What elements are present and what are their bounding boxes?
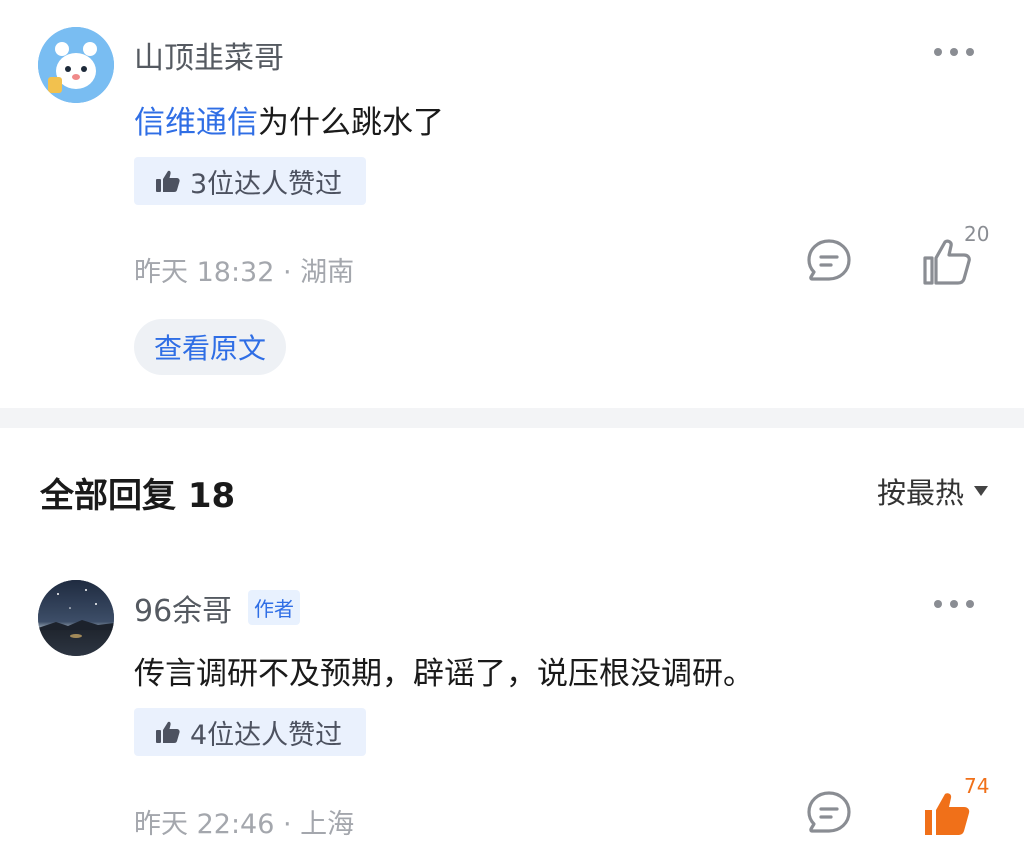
expert-likes-text: 3位达人赞过 xyxy=(190,168,343,200)
like-button[interactable]: 74 xyxy=(922,774,992,835)
view-original-button[interactable]: 查看原文 xyxy=(134,319,286,375)
thumbs-up-small-icon xyxy=(156,721,180,743)
thumbs-up-small-icon xyxy=(156,170,180,192)
more-options-icon[interactable] xyxy=(934,46,974,58)
username[interactable]: 96余哥 xyxy=(134,586,232,630)
author-badge: 作者 xyxy=(248,590,300,625)
comment-detail-page: 山顶韭菜哥 信维通信为什么跳水了 3位达人赞过 昨天 18:32 · 湖南 20… xyxy=(0,0,1024,866)
sort-dropdown[interactable]: 按最热 xyxy=(877,470,988,512)
reply-item: 96余哥 作者 传言调研不及预期，辟谣了，说压根没调研。 4位达人赞过 昨天 2… xyxy=(0,560,1024,866)
replies-header: 全部回复 18 按最热 xyxy=(0,428,1024,548)
more-options-icon[interactable] xyxy=(934,598,974,610)
expert-likes-badge[interactable]: 3位达人赞过 xyxy=(134,157,366,205)
reply-meta: 昨天 22:46 · 上海 xyxy=(134,809,355,840)
caret-down-icon xyxy=(974,486,988,496)
top-comment: 山顶韭菜哥 信维通信为什么跳水了 3位达人赞过 昨天 18:32 · 湖南 20… xyxy=(0,0,1024,410)
comment-bubble-icon[interactable] xyxy=(806,790,852,836)
sort-label: 按最热 xyxy=(876,476,964,510)
comment-body-text: 为什么跳水了 xyxy=(258,105,444,141)
like-count: 20 xyxy=(964,222,990,246)
avatar[interactable] xyxy=(38,27,114,103)
avatar[interactable] xyxy=(38,580,114,656)
expert-likes-text: 4位达人赞过 xyxy=(190,719,343,751)
section-divider xyxy=(0,408,1024,428)
reply-body: 传言调研不及预期，辟谣了，说压根没调研。 xyxy=(134,656,754,692)
comment-meta: 昨天 18:32 · 湖南 xyxy=(134,257,355,288)
cartoon-mascot-icon xyxy=(38,27,114,103)
like-button[interactable]: 20 xyxy=(922,222,992,285)
expert-likes-badge[interactable]: 4位达人赞过 xyxy=(134,708,366,756)
like-count: 74 xyxy=(964,774,990,798)
replies-title: 全部回复 18 xyxy=(40,476,236,516)
comment-bubble-icon[interactable] xyxy=(806,238,852,284)
night-sky-photo-icon xyxy=(38,580,114,656)
username[interactable]: 山顶韭菜哥 xyxy=(134,33,284,77)
stock-link[interactable]: 信维通信 xyxy=(134,105,258,141)
comment-body: 信维通信为什么跳水了 xyxy=(134,97,444,142)
